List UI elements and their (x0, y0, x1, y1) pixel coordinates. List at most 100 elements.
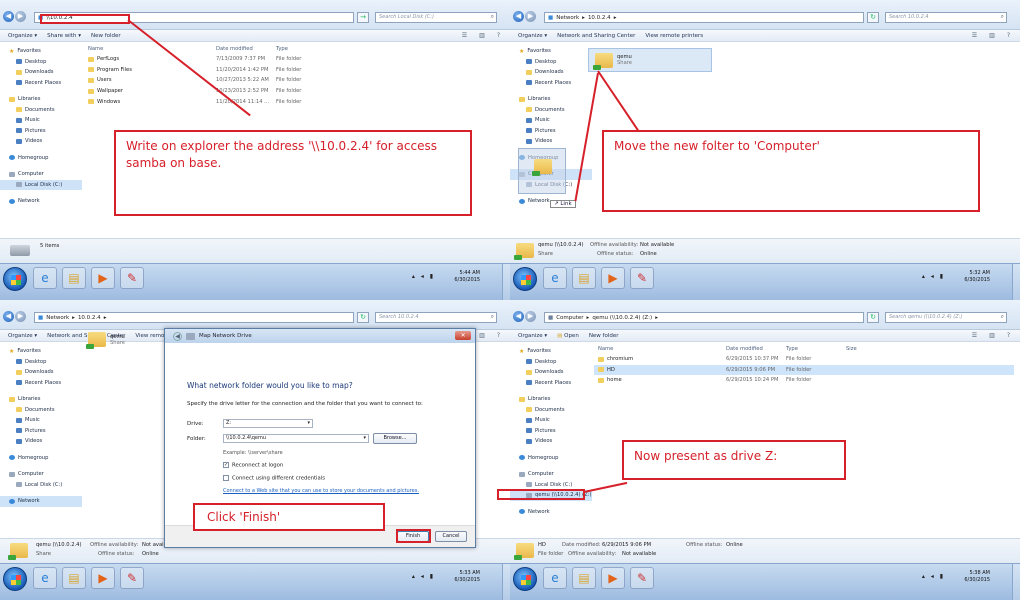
help-icon[interactable]: ? (1007, 32, 1010, 39)
nav-desktop[interactable]: Desktop (510, 357, 592, 368)
refresh-button[interactable]: ↻ (867, 312, 879, 323)
col-type[interactable]: Type (276, 46, 336, 52)
show-desktop-button[interactable] (1012, 564, 1020, 600)
nav-local-disk[interactable]: Local Disk (C:) (0, 179, 82, 190)
nav-videos[interactable]: Videos (0, 436, 82, 447)
breadcrumb-host[interactable]: 10.0.2.4 (588, 15, 611, 21)
nav-recent-places[interactable]: Recent Places (0, 78, 82, 89)
breadcrumb-drive[interactable]: qemu (\\10.0.2.4) (Z:) (592, 315, 652, 321)
media-player-icon[interactable]: ▶ (601, 567, 625, 589)
reconnect-checkbox[interactable]: ✓ Reconnect at logon (223, 462, 283, 469)
start-button[interactable] (3, 567, 27, 591)
table-row[interactable]: PerfLogs 7/13/2009 7:37 PM File folder (84, 54, 504, 65)
preview-pane-icon[interactable]: ▥ (989, 332, 995, 339)
nav-music[interactable]: Music (510, 115, 592, 126)
show-desktop-button[interactable] (502, 564, 510, 600)
tray-icons[interactable]: ▴ ◂ ▮ (412, 573, 435, 580)
clock[interactable]: 5:33 AM 6/30/2015 (454, 570, 480, 584)
col-date[interactable]: Date modified (726, 346, 786, 352)
view-options-icon[interactable]: ☰ (462, 32, 467, 39)
nav-documents[interactable]: Documents (510, 405, 592, 416)
address-input[interactable]: ■ Computer ▸ qemu (\\10.0.2.4) (Z:) ▸ (544, 312, 864, 323)
nav-network[interactable]: Network (0, 496, 82, 507)
nav-libraries[interactable]: Libraries (510, 394, 592, 405)
back-button[interactable]: ◀ (513, 11, 524, 22)
nav-local-disk[interactable]: Local Disk (C:) (0, 480, 82, 491)
search-input[interactable]: Search qemu (\\10.0.2.4) (Z:) ⌕ (885, 312, 1007, 323)
share-qemu[interactable]: qemu Share (588, 48, 712, 72)
table-row[interactable]: Program Files 11/20/2014 1:42 PM File fold… (84, 65, 504, 76)
nav-libraries[interactable]: Libraries (0, 94, 82, 105)
tray-icons[interactable]: ▴ ◂ ▮ (922, 273, 945, 280)
nav-videos[interactable]: Videos (0, 136, 82, 147)
tray-icons[interactable]: ▴ ◂ ▮ (922, 573, 945, 580)
nav-network[interactable]: Network (510, 507, 592, 518)
breadcrumb-host[interactable]: 10.0.2.4 (78, 315, 101, 321)
ie-icon[interactable]: e (33, 567, 57, 589)
breadcrumb-computer[interactable]: Computer (556, 315, 583, 321)
organize-button[interactable]: Organize ▾ (518, 33, 547, 39)
explorer-icon[interactable]: ▤ (62, 267, 86, 289)
nav-computer[interactable]: Computer (0, 469, 82, 480)
nav-homegroup[interactable]: Homegroup (510, 453, 592, 464)
nav-downloads[interactable]: Downloads (510, 367, 592, 378)
cancel-button[interactable]: Cancel (435, 531, 467, 542)
preview-pane-icon[interactable]: ▥ (479, 32, 485, 39)
organize-button[interactable]: Organize ▾ (8, 33, 37, 39)
organize-button[interactable]: Organize ▾ (518, 333, 547, 339)
network-sharing-button[interactable]: Network and Sharing Center (557, 33, 635, 39)
nav-libraries[interactable]: Libraries (0, 394, 82, 405)
clock[interactable]: 5:32 AM 6/30/2015 (964, 270, 990, 284)
browse-button[interactable]: Browse... (373, 433, 417, 444)
address-input[interactable]: ■ Network ▸ 10.0.2.4 ▸ (34, 312, 354, 323)
nav-documents[interactable]: Documents (0, 405, 82, 416)
table-row[interactable]: chromium 6/29/2015 10:37 PM File folder (594, 354, 1014, 365)
nav-documents[interactable]: Documents (510, 105, 592, 116)
nav-downloads[interactable]: Downloads (0, 367, 82, 378)
forward-button[interactable]: ▶ (525, 11, 536, 22)
media-player-icon[interactable]: ▶ (91, 267, 115, 289)
nav-music[interactable]: Music (0, 115, 82, 126)
search-input[interactable]: Search 10.0.2.4 ⌕ (375, 312, 497, 323)
col-type[interactable]: Type (786, 346, 846, 352)
back-button[interactable]: ◀ (3, 11, 14, 22)
nav-homegroup[interactable]: Homegroup (0, 153, 82, 164)
nav-pictures[interactable]: Pictures (0, 126, 82, 137)
table-row[interactable]: Windows 11/20/2014 11:14 ... File folder (84, 96, 504, 107)
col-name[interactable]: Name (84, 46, 216, 52)
ie-icon[interactable]: e (33, 267, 57, 289)
col-size[interactable]: Size (846, 346, 906, 352)
forward-button[interactable]: ▶ (15, 311, 26, 322)
nav-homegroup[interactable]: Homegroup (0, 453, 82, 464)
back-button[interactable]: ◀ (513, 311, 524, 322)
share-with-button[interactable]: Share with ▾ (47, 33, 81, 39)
nav-recent-places[interactable]: Recent Places (510, 378, 592, 389)
view-options-icon[interactable]: ☰ (972, 32, 977, 39)
nav-desktop[interactable]: Desktop (0, 57, 82, 68)
explorer-icon[interactable]: ▤ (572, 567, 596, 589)
tray-icons[interactable]: ▴ ◂ ▮ (412, 273, 435, 280)
nav-computer[interactable]: Computer (0, 169, 82, 180)
start-button[interactable] (513, 267, 537, 291)
different-credentials-checkbox[interactable]: Connect using different credentials (223, 475, 325, 482)
search-input[interactable]: Search 10.0.2.4 ⌕ (885, 12, 1007, 23)
nav-downloads[interactable]: Downloads (0, 67, 82, 78)
back-arrow-icon[interactable]: ◀ (173, 331, 182, 341)
go-button[interactable]: → (357, 12, 369, 23)
paint-icon[interactable]: ✎ (120, 567, 144, 589)
nav-pictures[interactable]: Pictures (0, 426, 82, 437)
table-row[interactable]: home 6/29/2015 10:24 PM File folder (594, 375, 1014, 386)
open-button[interactable]: ▤ Open (557, 333, 579, 339)
nav-desktop[interactable]: Desktop (510, 57, 592, 68)
nav-music[interactable]: Music (0, 415, 82, 426)
forward-button[interactable]: ▶ (15, 11, 26, 22)
refresh-button[interactable]: ↻ (357, 312, 369, 323)
nav-recent-places[interactable]: Recent Places (0, 378, 82, 389)
address-input[interactable]: ■ Network ▸ 10.0.2.4 ▸ (544, 12, 864, 23)
forward-button[interactable]: ▶ (525, 311, 536, 322)
refresh-button[interactable]: ↻ (867, 12, 879, 23)
start-button[interactable] (3, 267, 27, 291)
nav-pictures[interactable]: Pictures (510, 426, 592, 437)
show-desktop-button[interactable] (502, 264, 510, 300)
folder-input[interactable]: \\10.0.2.4\qemu ▾ (223, 434, 369, 443)
